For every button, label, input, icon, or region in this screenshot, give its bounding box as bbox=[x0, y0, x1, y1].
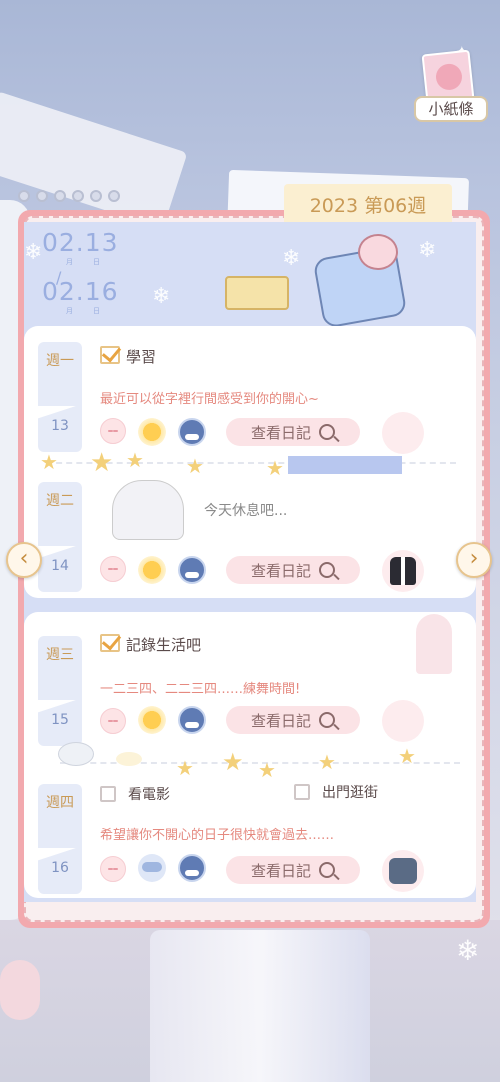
diary-entry: 一二三四、二二三四……練舞時間! bbox=[100, 682, 301, 697]
outfit-slot-empty[interactable] bbox=[382, 412, 424, 454]
bell-ornament bbox=[0, 960, 40, 1020]
outfit-slot[interactable] bbox=[382, 550, 424, 592]
background-paper bbox=[0, 91, 188, 229]
sunny-icon bbox=[138, 706, 166, 734]
star-icon: ★ bbox=[266, 456, 284, 480]
star-icon: ★ bbox=[90, 448, 114, 478]
view-diary-label: 查看日記 bbox=[250, 423, 311, 442]
mood-happy-icon bbox=[100, 556, 126, 582]
day-tab-thu: 週四 16 bbox=[38, 784, 82, 912]
note-button[interactable]: ✦ 小紙條 bbox=[412, 44, 488, 126]
sleeping-girl-sticker bbox=[312, 230, 420, 330]
star-icon: ★ bbox=[40, 450, 58, 474]
weekday-label: 週三 bbox=[38, 636, 82, 700]
star-icon: ★ bbox=[126, 448, 144, 472]
snowy-icon bbox=[178, 706, 206, 734]
end-date: 02.16 bbox=[42, 277, 119, 306]
star-icon: ★ bbox=[176, 756, 194, 780]
prev-week-button[interactable]: ‹ bbox=[6, 542, 42, 578]
date-range: 02.13 月日 02.16 月日 bbox=[42, 228, 119, 316]
sunny-icon bbox=[138, 418, 166, 446]
dancer-sticker bbox=[416, 614, 452, 674]
start-date: 02.13 bbox=[42, 228, 119, 257]
snowy-icon bbox=[178, 556, 206, 584]
checked-box-icon[interactable] bbox=[100, 346, 120, 364]
resting-girl-sticker bbox=[112, 480, 184, 540]
search-icon bbox=[319, 424, 335, 440]
sunny-icon bbox=[138, 556, 166, 584]
bun-sticker bbox=[116, 752, 142, 766]
view-diary-label: 查看日記 bbox=[250, 711, 311, 730]
month-label: 月 bbox=[66, 258, 73, 266]
diary-entry: 希望讓你不開心的日子很快就會過去…… bbox=[100, 828, 335, 843]
diary-entry: 最近可以從字裡行間感受到你的開心~ bbox=[100, 392, 319, 407]
search-icon bbox=[319, 712, 335, 728]
day-tab-tue: 週二 14 bbox=[38, 482, 82, 610]
weekday-label: 週四 bbox=[38, 784, 82, 848]
bowl-sticker bbox=[58, 742, 94, 766]
task-label: 看電影 bbox=[128, 787, 170, 803]
note-label: 小紙條 bbox=[414, 96, 488, 122]
snowflake-icon: ❄ bbox=[282, 246, 301, 271]
outfit-icon bbox=[389, 858, 417, 884]
mood-happy-icon bbox=[100, 418, 126, 444]
unchecked-box-icon[interactable] bbox=[100, 786, 116, 802]
star-icon: ★ bbox=[318, 750, 336, 774]
date-separator: / bbox=[56, 268, 62, 287]
snowy-icon bbox=[178, 854, 206, 882]
star-icon: ★ bbox=[398, 744, 416, 768]
washi-tape-sticker bbox=[288, 456, 402, 474]
star-icon: ★ bbox=[186, 454, 204, 478]
snowflake-icon: ❄ bbox=[418, 238, 437, 263]
day-number: 15 bbox=[38, 698, 82, 746]
view-diary-button[interactable]: 查看日記 bbox=[226, 556, 360, 584]
day-label: 日 bbox=[93, 307, 100, 315]
unchecked-box-icon[interactable] bbox=[294, 784, 310, 800]
search-icon bbox=[319, 862, 335, 878]
snowflake-icon: ❄ bbox=[456, 934, 480, 967]
view-diary-label: 查看日記 bbox=[250, 561, 311, 580]
task-label: 出門逛街 bbox=[322, 785, 378, 801]
task-label: 學習 bbox=[126, 348, 157, 366]
view-diary-button[interactable]: 查看日記 bbox=[226, 856, 360, 884]
checked-box-icon[interactable] bbox=[100, 634, 120, 652]
mood-happy-icon bbox=[100, 856, 126, 882]
day-number: 14 bbox=[38, 544, 82, 592]
task-label: 記錄生活吧 bbox=[126, 636, 202, 654]
rainy-icon bbox=[138, 854, 166, 882]
notebook-spiral bbox=[18, 190, 120, 202]
view-diary-button[interactable]: 查看日記 bbox=[226, 706, 360, 734]
view-diary-button[interactable]: 查看日記 bbox=[226, 418, 360, 446]
mood-happy-icon bbox=[100, 708, 126, 734]
weekday-label: 週二 bbox=[38, 482, 82, 546]
view-diary-label: 查看日記 bbox=[250, 861, 311, 880]
snowflake-icon: ❄ bbox=[24, 240, 43, 265]
next-week-button[interactable]: › bbox=[456, 542, 492, 578]
jacket-icon bbox=[390, 557, 416, 585]
character-dress bbox=[150, 930, 370, 1082]
day-label: 日 bbox=[93, 258, 100, 266]
day-number: 13 bbox=[38, 404, 82, 452]
day-number: 16 bbox=[38, 846, 82, 894]
outfit-slot-empty[interactable] bbox=[382, 700, 424, 742]
snowy-icon bbox=[178, 418, 206, 446]
weekday-label: 週一 bbox=[38, 342, 82, 406]
rest-text: 今天休息吧... bbox=[204, 503, 288, 519]
star-icon: ★ bbox=[258, 758, 276, 782]
month-label: 月 bbox=[66, 307, 73, 315]
bag-sticker bbox=[225, 276, 289, 310]
search-icon bbox=[319, 562, 335, 578]
snowflake-icon: ❄ bbox=[152, 284, 171, 309]
star-icon: ★ bbox=[222, 748, 244, 776]
outfit-slot[interactable] bbox=[382, 850, 424, 892]
